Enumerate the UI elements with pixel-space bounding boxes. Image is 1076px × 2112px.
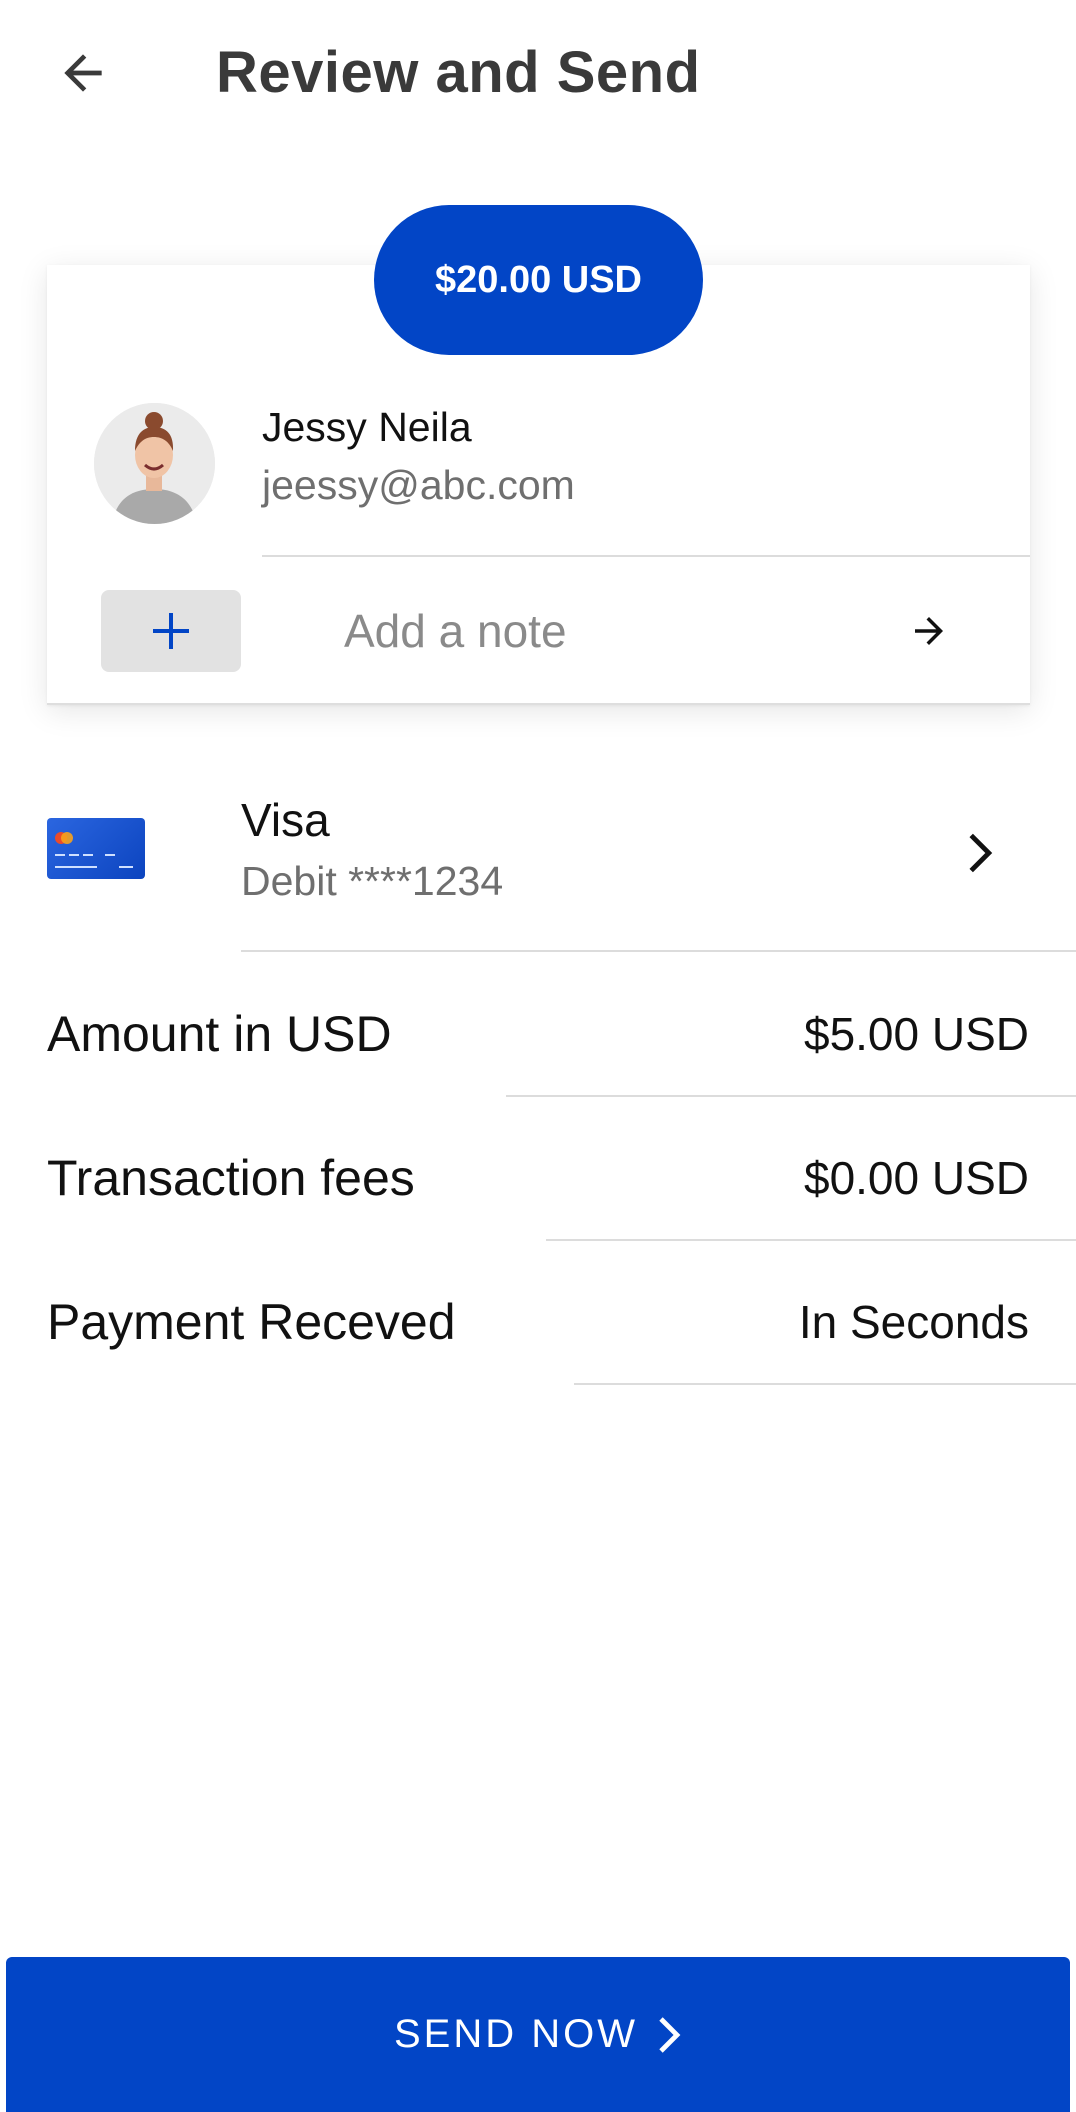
- send-now-button[interactable]: SEND NOW: [6, 1957, 1070, 2112]
- arrow-right-icon: [915, 617, 943, 645]
- summary-value: In Seconds: [798, 1296, 1029, 1348]
- summary-label: Payment Receved: [47, 1294, 456, 1350]
- summary-label: Amount in USD: [47, 1006, 392, 1062]
- divider: [262, 555, 1030, 557]
- avatar: [94, 403, 215, 524]
- plus-icon: [153, 613, 189, 649]
- summary-value: $5.00 USD: [803, 1008, 1029, 1060]
- recipient-email: jeessy@abc.com: [262, 462, 575, 508]
- payment-method-row[interactable]: [0, 760, 1076, 952]
- arrow-left-icon: [64, 54, 102, 92]
- recipient-name: Jessy Neila: [262, 404, 472, 450]
- summary-value: $0.00 USD: [803, 1152, 1029, 1204]
- payment-method-detail: Debit ****1234: [241, 858, 504, 904]
- chevron-right-icon[interactable]: [955, 825, 1005, 881]
- amount-badge[interactable]: $20.00 USD: [374, 205, 703, 355]
- credit-card-icon: [47, 818, 145, 879]
- divider: [574, 1383, 1076, 1385]
- add-note-button[interactable]: [101, 590, 241, 672]
- note-submit-button[interactable]: [904, 606, 954, 656]
- payment-method-brand: Visa: [241, 794, 330, 846]
- send-now-label: SEND NOW: [394, 2012, 638, 2056]
- summary-label: Transaction fees: [47, 1150, 415, 1206]
- top-app-bar: Review and Send: [0, 0, 1076, 150]
- note-input[interactable]: Add a note: [344, 604, 567, 658]
- summary-row-amount: Amount in USD $5.00 USD: [0, 965, 1076, 1105]
- summary-row-received: Payment Receved In Seconds: [0, 1253, 1076, 1393]
- chevron-right-icon: [659, 2016, 681, 2053]
- summary-row-fees: Transaction fees $0.00 USD: [0, 1109, 1076, 1249]
- back-button[interactable]: [50, 40, 116, 106]
- page-title: Review and Send: [216, 40, 701, 105]
- divider: [241, 950, 1076, 952]
- divider: [506, 1095, 1076, 1097]
- divider: [546, 1239, 1076, 1241]
